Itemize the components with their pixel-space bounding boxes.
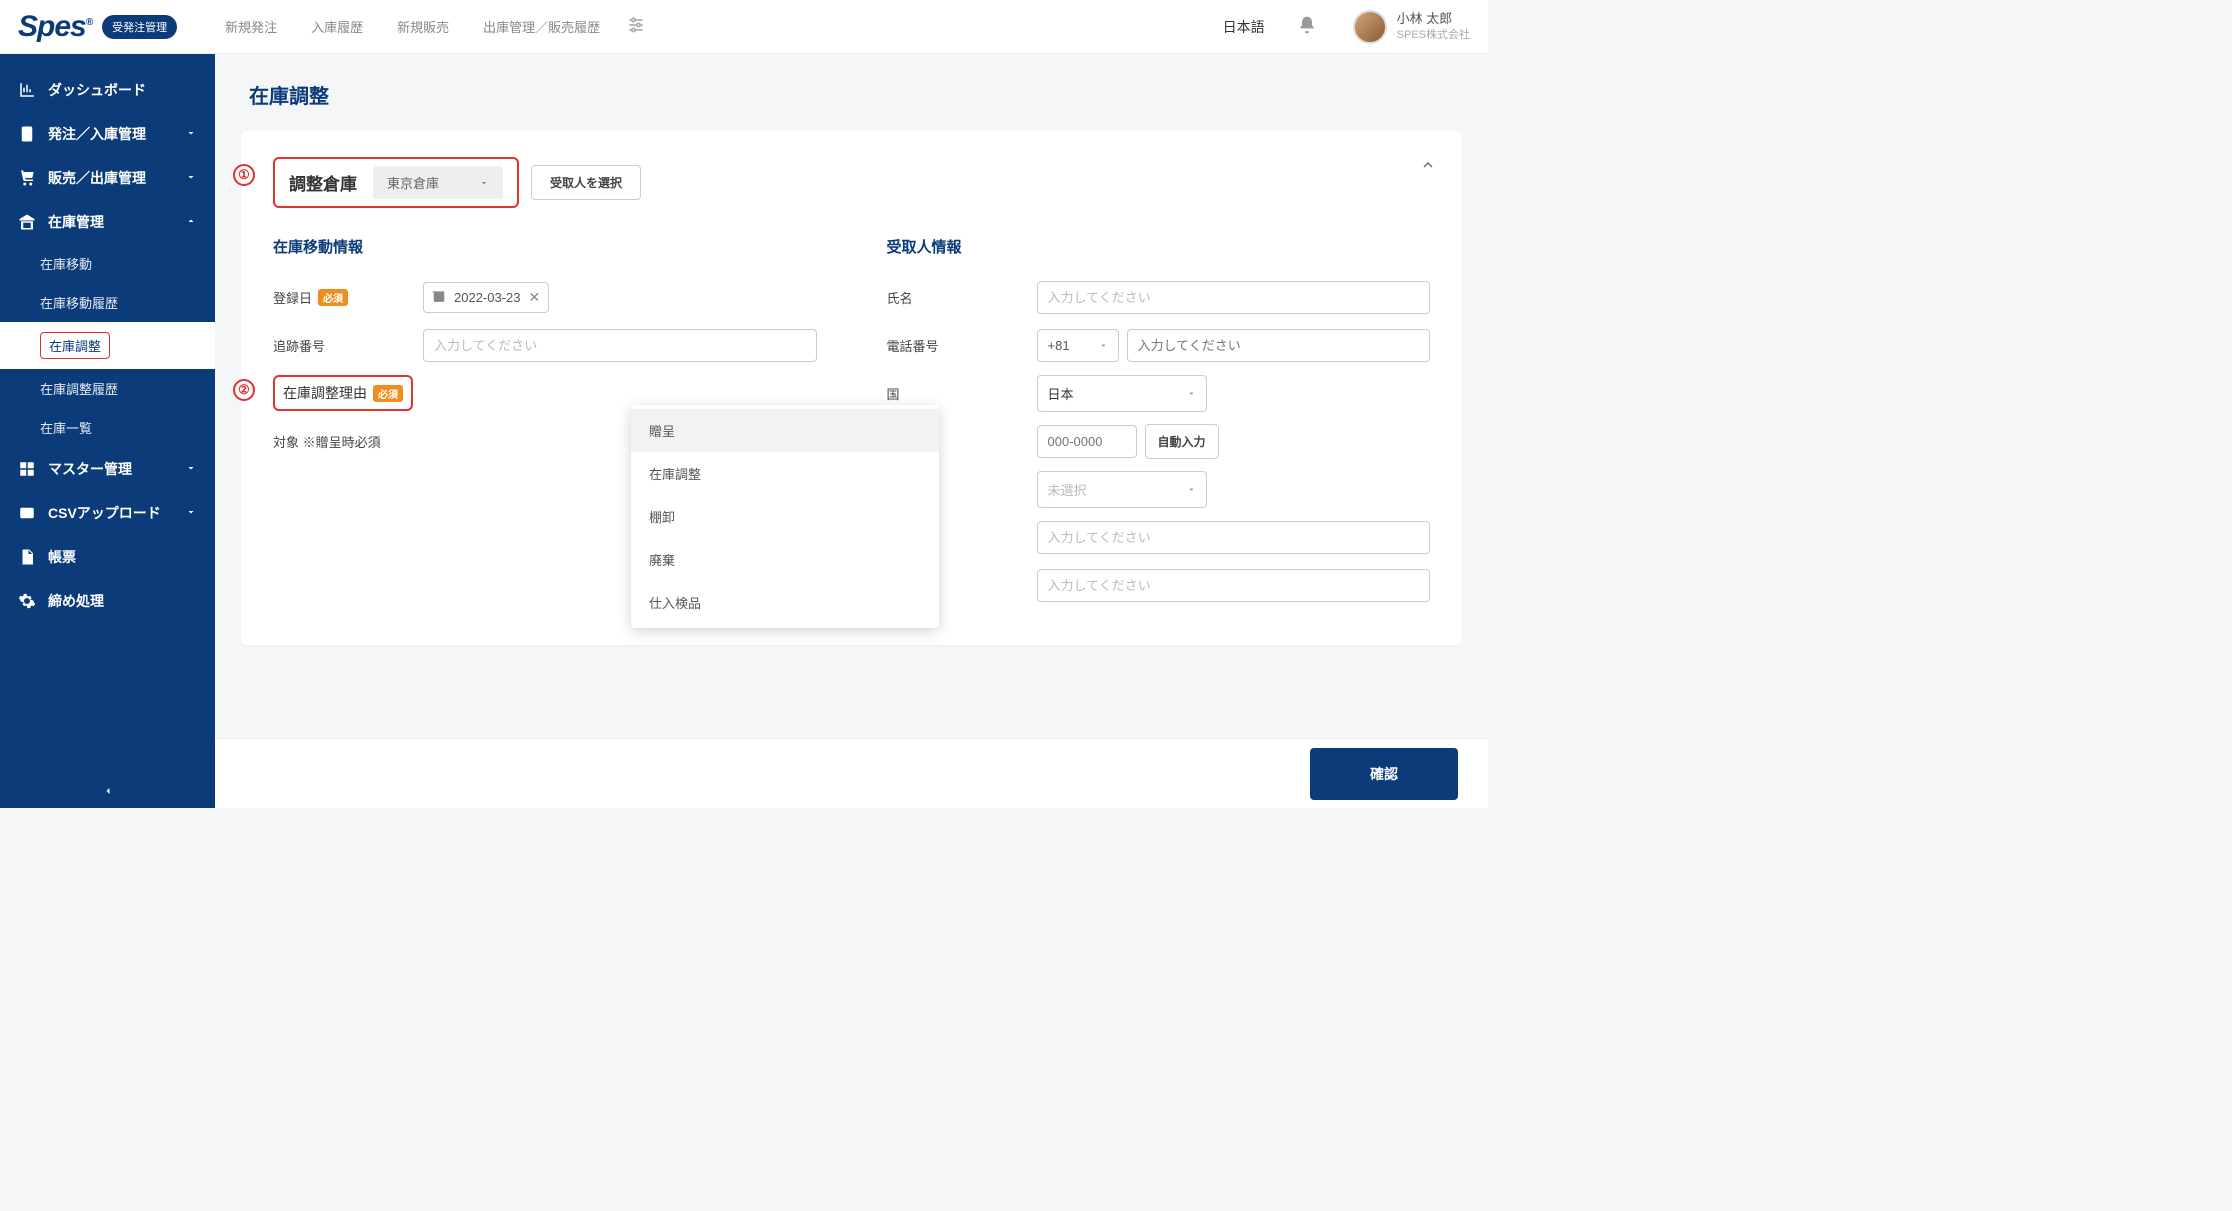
reason-label: 在庫調整理由 — [283, 383, 367, 403]
page-title: 在庫調整 — [249, 80, 1462, 109]
sidebar-item-label: 在庫管理 — [48, 212, 104, 232]
caret-down-icon — [1187, 485, 1196, 494]
prefecture-select[interactable]: 未選択 — [1037, 471, 1207, 508]
sidebar-item-order[interactable]: 発注／入庫管理 — [0, 112, 215, 156]
sidebar-item-label: マスター管理 — [48, 459, 132, 479]
select-recipient-button[interactable]: 受取人を選択 — [531, 165, 641, 200]
reg-date-label: 登録日 必須 — [273, 288, 423, 307]
sidebar-item-csv[interactable]: CSVアップロード — [0, 491, 215, 535]
auto-fill-button[interactable]: 自動入力 — [1145, 424, 1219, 459]
chevron-down-icon — [185, 170, 197, 186]
user-menu[interactable]: 小林 太郎 SPES株式会社 — [1353, 10, 1470, 44]
warehouse-label: 調整倉庫 — [289, 170, 357, 195]
chart-bar-icon — [18, 81, 36, 99]
section-title-right: 受取人情報 — [887, 236, 1431, 257]
warehouse-select[interactable]: 東京倉庫 — [373, 166, 503, 199]
footer-bar: 確認 — [215, 738, 1488, 808]
clipboard-icon — [18, 125, 36, 143]
chevron-up-icon — [185, 214, 197, 230]
sidebar-item-inventory[interactable]: 在庫管理 — [0, 200, 215, 244]
reason-label-box: 在庫調整理由 必須 — [273, 375, 413, 411]
dropdown-option[interactable]: 棚卸 — [631, 495, 939, 538]
annotation-badge-2: ② — [233, 379, 255, 401]
top-header: Spes® 受発注管理 新規発注 入庫履歴 新規販売 出庫管理／販売履歴 日本語… — [0, 0, 1488, 54]
avatar — [1353, 10, 1387, 44]
phone-code-select[interactable]: +81 — [1037, 329, 1119, 362]
section-title-left: 在庫移動情報 — [273, 236, 817, 257]
phone-input[interactable] — [1127, 329, 1431, 362]
sidebar-sub-stock-move-history[interactable]: 在庫移動履歴 — [0, 283, 215, 322]
user-name: 小林 太郎 — [1397, 11, 1470, 27]
sliders-icon[interactable] — [626, 15, 646, 38]
calendar-icon — [432, 289, 446, 306]
nav-new-order[interactable]: 新規発注 — [225, 17, 277, 36]
nav-outbound-history[interactable]: 出庫管理／販売履歴 — [483, 17, 600, 36]
caret-down-icon — [1099, 341, 1108, 350]
country-label: 国 — [887, 384, 1037, 403]
reason-dropdown: 贈呈 在庫調整 棚卸 廃棄 仕入検品 — [631, 405, 939, 628]
sidebar-item-label: CSVアップロード — [48, 503, 161, 523]
csv-icon — [18, 504, 36, 522]
sidebar: ダッシュボード 発注／入庫管理 販売／出庫管理 在庫管理 在庫移動 在庫移動履歴… — [0, 54, 215, 808]
dropdown-option[interactable]: 廃棄 — [631, 538, 939, 581]
sidebar-item-sale[interactable]: 販売／出庫管理 — [0, 156, 215, 200]
chevron-down-icon — [185, 126, 197, 142]
country-select[interactable]: 日本 — [1037, 375, 1207, 412]
bell-icon[interactable] — [1297, 14, 1317, 39]
addr2-input[interactable] — [1037, 569, 1431, 602]
tracking-input[interactable] — [423, 329, 817, 362]
sidebar-item-report[interactable]: 帳票 — [0, 535, 215, 579]
dropdown-option[interactable]: 仕入検品 — [631, 581, 939, 624]
sidebar-item-label: 発注／入庫管理 — [48, 124, 146, 144]
gear-icon — [18, 592, 36, 610]
cart-icon — [18, 169, 36, 187]
sidebar-item-label: 締め処理 — [48, 591, 104, 611]
sidebar-item-closing[interactable]: 締め処理 — [0, 579, 215, 623]
caret-down-icon — [479, 178, 489, 188]
sidebar-sub-stock-list[interactable]: 在庫一覧 — [0, 408, 215, 447]
language-selector[interactable]: 日本語 — [1223, 17, 1265, 37]
clear-date-icon[interactable]: ✕ — [529, 289, 541, 306]
top-nav: 新規発注 入庫履歴 新規販売 出庫管理／販売履歴 — [225, 17, 600, 36]
chevron-down-icon — [185, 461, 197, 477]
sidebar-sub-stock-adjust-history[interactable]: 在庫調整履歴 — [0, 369, 215, 408]
right-column: 受取人情報 氏名 電話番号 +81 — [887, 236, 1431, 613]
tracking-label: 追跡番号 — [273, 336, 423, 355]
phone-label: 電話番号 — [887, 336, 1037, 355]
target-label: 対象 ※贈呈時必須 — [273, 432, 423, 451]
sidebar-collapse[interactable] — [0, 774, 215, 808]
required-badge: 必須 — [318, 289, 348, 306]
user-company: SPES株式会社 — [1397, 26, 1470, 42]
tiles-icon — [18, 460, 36, 478]
sidebar-item-label: 販売／出庫管理 — [48, 168, 146, 188]
name-input[interactable] — [1037, 281, 1431, 314]
mode-pill: 受発注管理 — [102, 15, 177, 39]
dropdown-option[interactable]: 在庫調整 — [631, 452, 939, 495]
sidebar-item-dashboard[interactable]: ダッシュボード — [0, 68, 215, 112]
confirm-button[interactable]: 確認 — [1310, 748, 1458, 800]
reg-date-input[interactable]: 2022-03-23 ✕ — [423, 282, 549, 313]
sidebar-item-label: ダッシュボード — [48, 80, 146, 100]
warehouse-group: 調整倉庫 東京倉庫 — [273, 157, 519, 208]
main-content: 在庫調整 ① 調整倉庫 東京倉庫 受取人を選択 — [215, 54, 1488, 808]
warehouse-icon — [18, 213, 36, 231]
logo: Spes® — [18, 10, 92, 44]
postal-input[interactable] — [1037, 425, 1137, 458]
form-card: ① 調整倉庫 東京倉庫 受取人を選択 在庫移動情報 — [241, 131, 1462, 645]
nav-inbound-history[interactable]: 入庫履歴 — [311, 17, 363, 36]
required-badge: 必須 — [373, 385, 403, 402]
annotation-badge-1: ① — [233, 164, 255, 186]
dropdown-option[interactable]: 贈呈 — [631, 409, 939, 452]
caret-down-icon — [1187, 389, 1196, 398]
chevron-down-icon — [185, 505, 197, 521]
sidebar-item-label: 帳票 — [48, 547, 76, 567]
sidebar-sub-stock-adjust[interactable]: 在庫調整 — [0, 322, 215, 369]
name-label: 氏名 — [887, 288, 1037, 307]
addr1-input[interactable] — [1037, 521, 1431, 554]
sidebar-sub-stock-move[interactable]: 在庫移動 — [0, 244, 215, 283]
nav-new-sale[interactable]: 新規販売 — [397, 17, 449, 36]
sidebar-item-master[interactable]: マスター管理 — [0, 447, 215, 491]
doc-icon — [18, 548, 36, 566]
